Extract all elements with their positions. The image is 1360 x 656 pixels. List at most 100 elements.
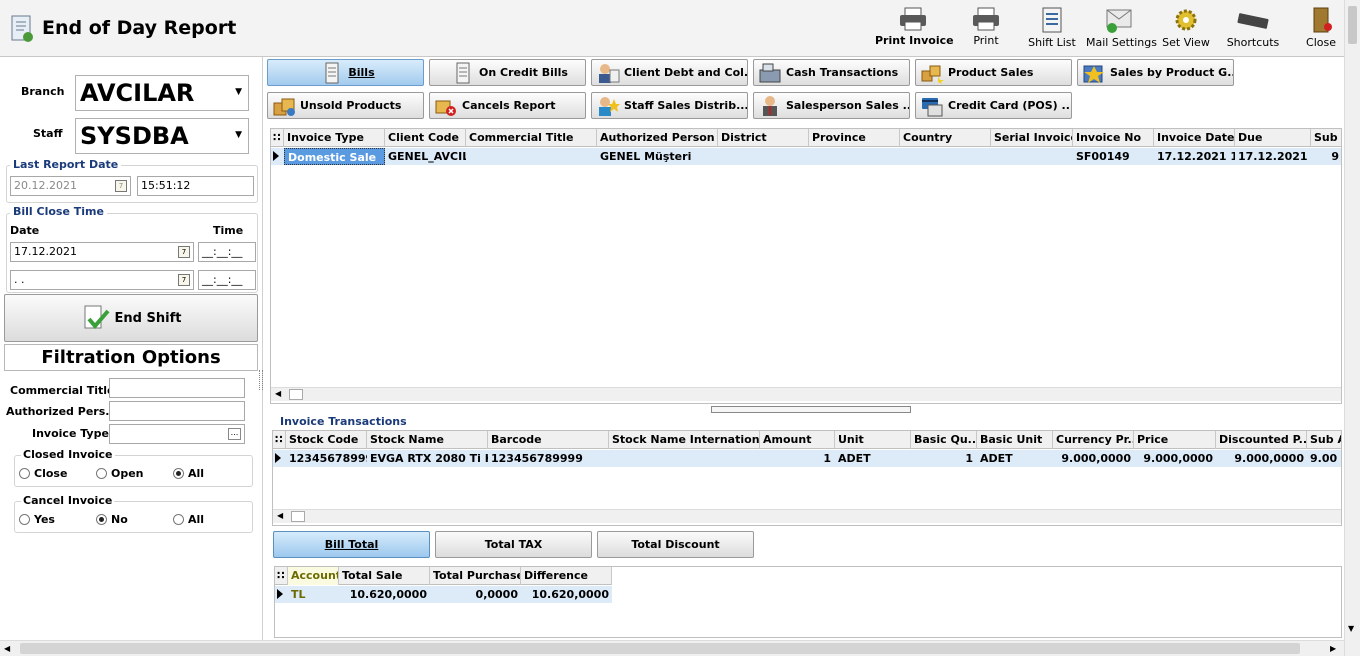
tab-total-tax[interactable]: Total TAX xyxy=(435,531,592,558)
cell-stock-name[interactable]: EVGA RTX 2080 Ti Kin xyxy=(367,450,488,467)
bills-horizontal-scrollbar[interactable]: ◀ xyxy=(271,387,1341,401)
cell-discounted-price[interactable]: 9.000,0000 xyxy=(1216,450,1307,467)
nav-on-credit-bills[interactable]: On Credit Bills xyxy=(429,59,586,86)
col-currency-price[interactable]: Currency Pr... xyxy=(1053,431,1134,449)
cell-client-code[interactable]: GENEL_AVCILA xyxy=(385,148,466,165)
authorized-person-input[interactable] xyxy=(109,401,245,421)
calendar-icon[interactable]: 7 xyxy=(178,274,190,286)
vertical-scrollbar[interactable]: ▼ xyxy=(1344,0,1360,656)
staff-select[interactable]: SYSDBA ▼ xyxy=(75,118,249,154)
scroll-thumb[interactable] xyxy=(291,511,305,522)
col-discounted-price[interactable]: Discounted P... xyxy=(1216,431,1307,449)
last-report-time-field[interactable]: 15:51:12 xyxy=(137,176,254,196)
cell-invoice-date[interactable]: 17.12.2021 12 xyxy=(1154,148,1235,165)
transactions-horizontal-scrollbar[interactable]: ◀ xyxy=(273,509,1341,523)
cell-commercial-title[interactable] xyxy=(466,148,597,165)
table-row[interactable]: Domestic Sale GENEL_AVCILA GENEL Müşteri… xyxy=(271,148,1341,165)
col-barcode[interactable]: Barcode xyxy=(488,431,609,449)
nav-client-debt[interactable]: Client Debt and Col... xyxy=(591,59,748,86)
nav-product-sales[interactable]: Product Sales xyxy=(915,59,1072,86)
nav-salesperson-sales[interactable]: Salesperson Sales ... xyxy=(753,92,910,119)
cell-basic-quantity[interactable]: 1 xyxy=(911,450,977,467)
col-province[interactable]: Province xyxy=(809,129,900,147)
cell-due[interactable]: 17.12.2021 xyxy=(1235,148,1311,165)
col-amount[interactable]: Amount xyxy=(760,431,835,449)
panel-splitter[interactable] xyxy=(259,370,263,390)
mail-settings-button[interactable]: Mail Settings xyxy=(1086,4,1157,54)
col-invoice-no[interactable]: Invoice No xyxy=(1073,129,1154,147)
cell-district[interactable] xyxy=(718,148,809,165)
col-country[interactable]: Country xyxy=(900,129,991,147)
grid-splitter-handle[interactable] xyxy=(711,406,911,413)
col-serial-invoice[interactable]: Serial Invoice xyxy=(991,129,1073,147)
col-invoice-date[interactable]: Invoice Date xyxy=(1154,129,1235,147)
col-due[interactable]: Due xyxy=(1235,129,1311,147)
col-account[interactable]: Account xyxy=(288,567,339,585)
cell-sub-total[interactable]: 9 xyxy=(1311,148,1341,165)
tab-bill-total[interactable]: Bill Total xyxy=(273,531,430,558)
print-button[interactable]: Print xyxy=(958,4,1014,54)
nav-cash-transactions[interactable]: Cash Transactions xyxy=(753,59,910,86)
cell-total-sale[interactable]: 10.620,0000 xyxy=(339,586,430,603)
nav-bills[interactable]: Bills xyxy=(267,59,424,86)
end-shift-button[interactable]: End Shift xyxy=(4,294,258,342)
col-basic-unit[interactable]: Basic Unit xyxy=(977,431,1053,449)
nav-unsold-products[interactable]: Unsold Products xyxy=(267,92,424,119)
print-invoice-button[interactable]: Print Invoice xyxy=(875,4,954,54)
cell-stock-name-intl[interactable] xyxy=(609,450,760,467)
cell-serial-invoice[interactable] xyxy=(991,148,1073,165)
nav-credit-card-pos[interactable]: Credit Card (POS) ... xyxy=(915,92,1072,119)
cell-unit[interactable]: ADET xyxy=(835,450,911,467)
bill-close-date-from[interactable]: 17.12.2021 7 xyxy=(10,242,194,262)
nav-staff-sales-distribution[interactable]: Staff Sales Distrib... xyxy=(591,92,748,119)
bill-close-time-to[interactable]: __:__:__ xyxy=(198,270,256,290)
shift-list-button[interactable]: Shift List xyxy=(1024,4,1080,54)
col-client-code[interactable]: Client Code xyxy=(385,129,466,147)
ellipsis-button[interactable]: ... xyxy=(228,428,241,440)
scroll-right-icon[interactable]: ▶ xyxy=(1330,644,1336,653)
cell-authorized-person[interactable]: GENEL Müşteri xyxy=(597,148,718,165)
close-button[interactable]: Close xyxy=(1300,4,1342,54)
cell-currency-price[interactable]: 9.000,0000 xyxy=(1053,450,1134,467)
col-commercial-title[interactable]: Commercial Title xyxy=(466,129,597,147)
col-stock-name-intl[interactable]: Stock Name International xyxy=(609,431,760,449)
cell-amount[interactable]: 1 xyxy=(760,450,835,467)
cell-province[interactable] xyxy=(809,148,900,165)
scroll-left-icon[interactable]: ◀ xyxy=(277,511,283,520)
cell-difference[interactable]: 10.620,0000 xyxy=(521,586,612,603)
col-sub-total[interactable]: Sub T xyxy=(1311,129,1341,147)
scroll-thumb[interactable] xyxy=(1348,6,1357,44)
cancel-invoice-yes-radio[interactable]: Yes xyxy=(19,513,55,526)
page-horizontal-scrollbar[interactable]: ◀ ▶ xyxy=(0,640,1344,656)
col-unit[interactable]: Unit xyxy=(835,431,911,449)
col-total-purchase[interactable]: Total Purchase xyxy=(430,567,521,585)
col-invoice-type[interactable]: Invoice Type xyxy=(284,129,385,147)
nav-cancels-report[interactable]: Cancels Report xyxy=(429,92,586,119)
col-stock-code[interactable]: Stock Code xyxy=(286,431,367,449)
cell-invoice-type[interactable]: Domestic Sale xyxy=(284,148,385,165)
commercial-title-input[interactable] xyxy=(109,378,245,398)
closed-invoice-open-radio[interactable]: Open xyxy=(96,467,144,480)
scroll-thumb[interactable] xyxy=(20,643,1300,654)
col-basic-quantity[interactable]: Basic Qu... xyxy=(911,431,977,449)
table-row[interactable]: TL 10.620,0000 0,0000 10.620,0000 xyxy=(275,586,612,603)
cell-account[interactable]: TL xyxy=(288,586,339,603)
tab-total-discount[interactable]: Total Discount xyxy=(597,531,754,558)
col-district[interactable]: District xyxy=(718,129,809,147)
cell-country[interactable] xyxy=(900,148,991,165)
scroll-down-icon[interactable]: ▼ xyxy=(1348,624,1354,633)
closed-invoice-close-radio[interactable]: Close xyxy=(19,467,67,480)
bill-close-date-to[interactable]: . . 7 xyxy=(10,270,194,290)
cancel-invoice-all-radio[interactable]: All xyxy=(173,513,204,526)
table-row[interactable]: 12345678999 EVGA RTX 2080 Ti Kin 1234567… xyxy=(273,450,1341,467)
shortcuts-button[interactable]: Shortcuts xyxy=(1222,4,1284,54)
bill-close-time-from[interactable]: __:__:__ xyxy=(198,242,256,262)
closed-invoice-all-radio[interactable]: All xyxy=(173,467,204,480)
nav-sales-by-product-group[interactable]: Sales by Product G... xyxy=(1077,59,1234,86)
cell-invoice-no[interactable]: SF00149 xyxy=(1073,148,1154,165)
cell-barcode[interactable]: 123456789999 xyxy=(488,450,609,467)
col-authorized-person[interactable]: Authorized Person xyxy=(597,129,718,147)
col-sub-amount[interactable]: Sub A xyxy=(1307,431,1341,449)
cancel-invoice-no-radio[interactable]: No xyxy=(96,513,128,526)
scroll-thumb[interactable] xyxy=(289,389,303,400)
